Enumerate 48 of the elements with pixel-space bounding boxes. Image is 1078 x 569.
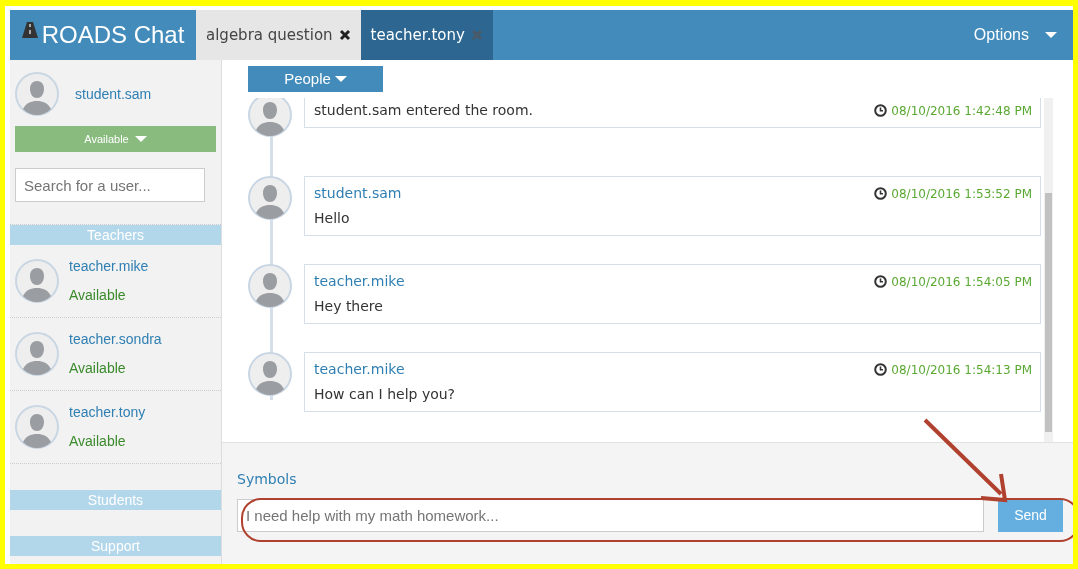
send-button[interactable]: Send: [998, 499, 1063, 532]
user-list-item[interactable]: teacher.sondra Available: [10, 318, 221, 391]
close-icon[interactable]: [338, 29, 351, 41]
message-field[interactable]: I need help with my math homework...: [237, 499, 984, 532]
options-menu[interactable]: Options: [957, 10, 1073, 60]
message-author: teacher.mike: [314, 272, 405, 291]
search-field[interactable]: Search for a user...: [15, 168, 205, 202]
clock-icon: [874, 187, 888, 200]
scrollbar[interactable]: [1044, 98, 1053, 442]
message-time: 08/10/2016 1:53:52 PM: [891, 185, 1032, 203]
status-dropdown[interactable]: Available: [15, 126, 216, 152]
group-header: Teachers: [10, 225, 221, 245]
user-name: teacher.mike: [69, 257, 149, 276]
user-list-item[interactable]: teacher.mike Available: [10, 245, 221, 318]
avatar-icon: [15, 405, 59, 449]
road-icon: [21, 22, 38, 38]
user-status: Available: [69, 286, 127, 305]
message-time: 08/10/2016 1:54:13 PM: [891, 361, 1032, 379]
avatar-icon: [15, 332, 59, 376]
message-text: How can I help you?: [314, 385, 457, 404]
clock-icon: [874, 275, 888, 288]
group-header: Support: [10, 536, 221, 556]
event-text: student.sam entered the room.: [314, 101, 533, 120]
group-header: Students: [10, 490, 221, 510]
caret-icon: [1045, 32, 1057, 38]
message-author: student.sam: [314, 184, 402, 203]
user-name: teacher.sondra: [69, 330, 162, 349]
message-time: 08/10/2016 1:54:05 PM: [891, 273, 1032, 291]
caret-icon: [334, 76, 347, 82]
user-list-item[interactable]: teacher.tony Available: [10, 391, 221, 464]
people-dropdown[interactable]: People: [248, 66, 383, 92]
app-title: ROADS Chat: [41, 20, 185, 50]
user-name: teacher.tony: [69, 403, 146, 422]
user-status: Available: [69, 359, 127, 378]
symbols-link[interactable]: Symbols: [237, 471, 297, 487]
message-time: 08/10/2016 1:42:48 PM: [891, 102, 1032, 120]
avatar-icon: [15, 72, 59, 116]
clock-icon: [874, 363, 888, 376]
clock-icon: [874, 104, 888, 117]
message-author: teacher.mike: [314, 360, 405, 379]
message-text: Hey there: [314, 297, 384, 316]
chat-tab[interactable]: algebra question: [196, 10, 361, 60]
message-text: Hello: [314, 209, 351, 228]
user-status: Available: [69, 432, 127, 451]
avatar-icon: [15, 259, 59, 303]
caret-icon: [134, 136, 147, 142]
user-name: student.sam: [75, 84, 152, 104]
chat-tab[interactable]: teacher.tony: [360, 10, 493, 60]
